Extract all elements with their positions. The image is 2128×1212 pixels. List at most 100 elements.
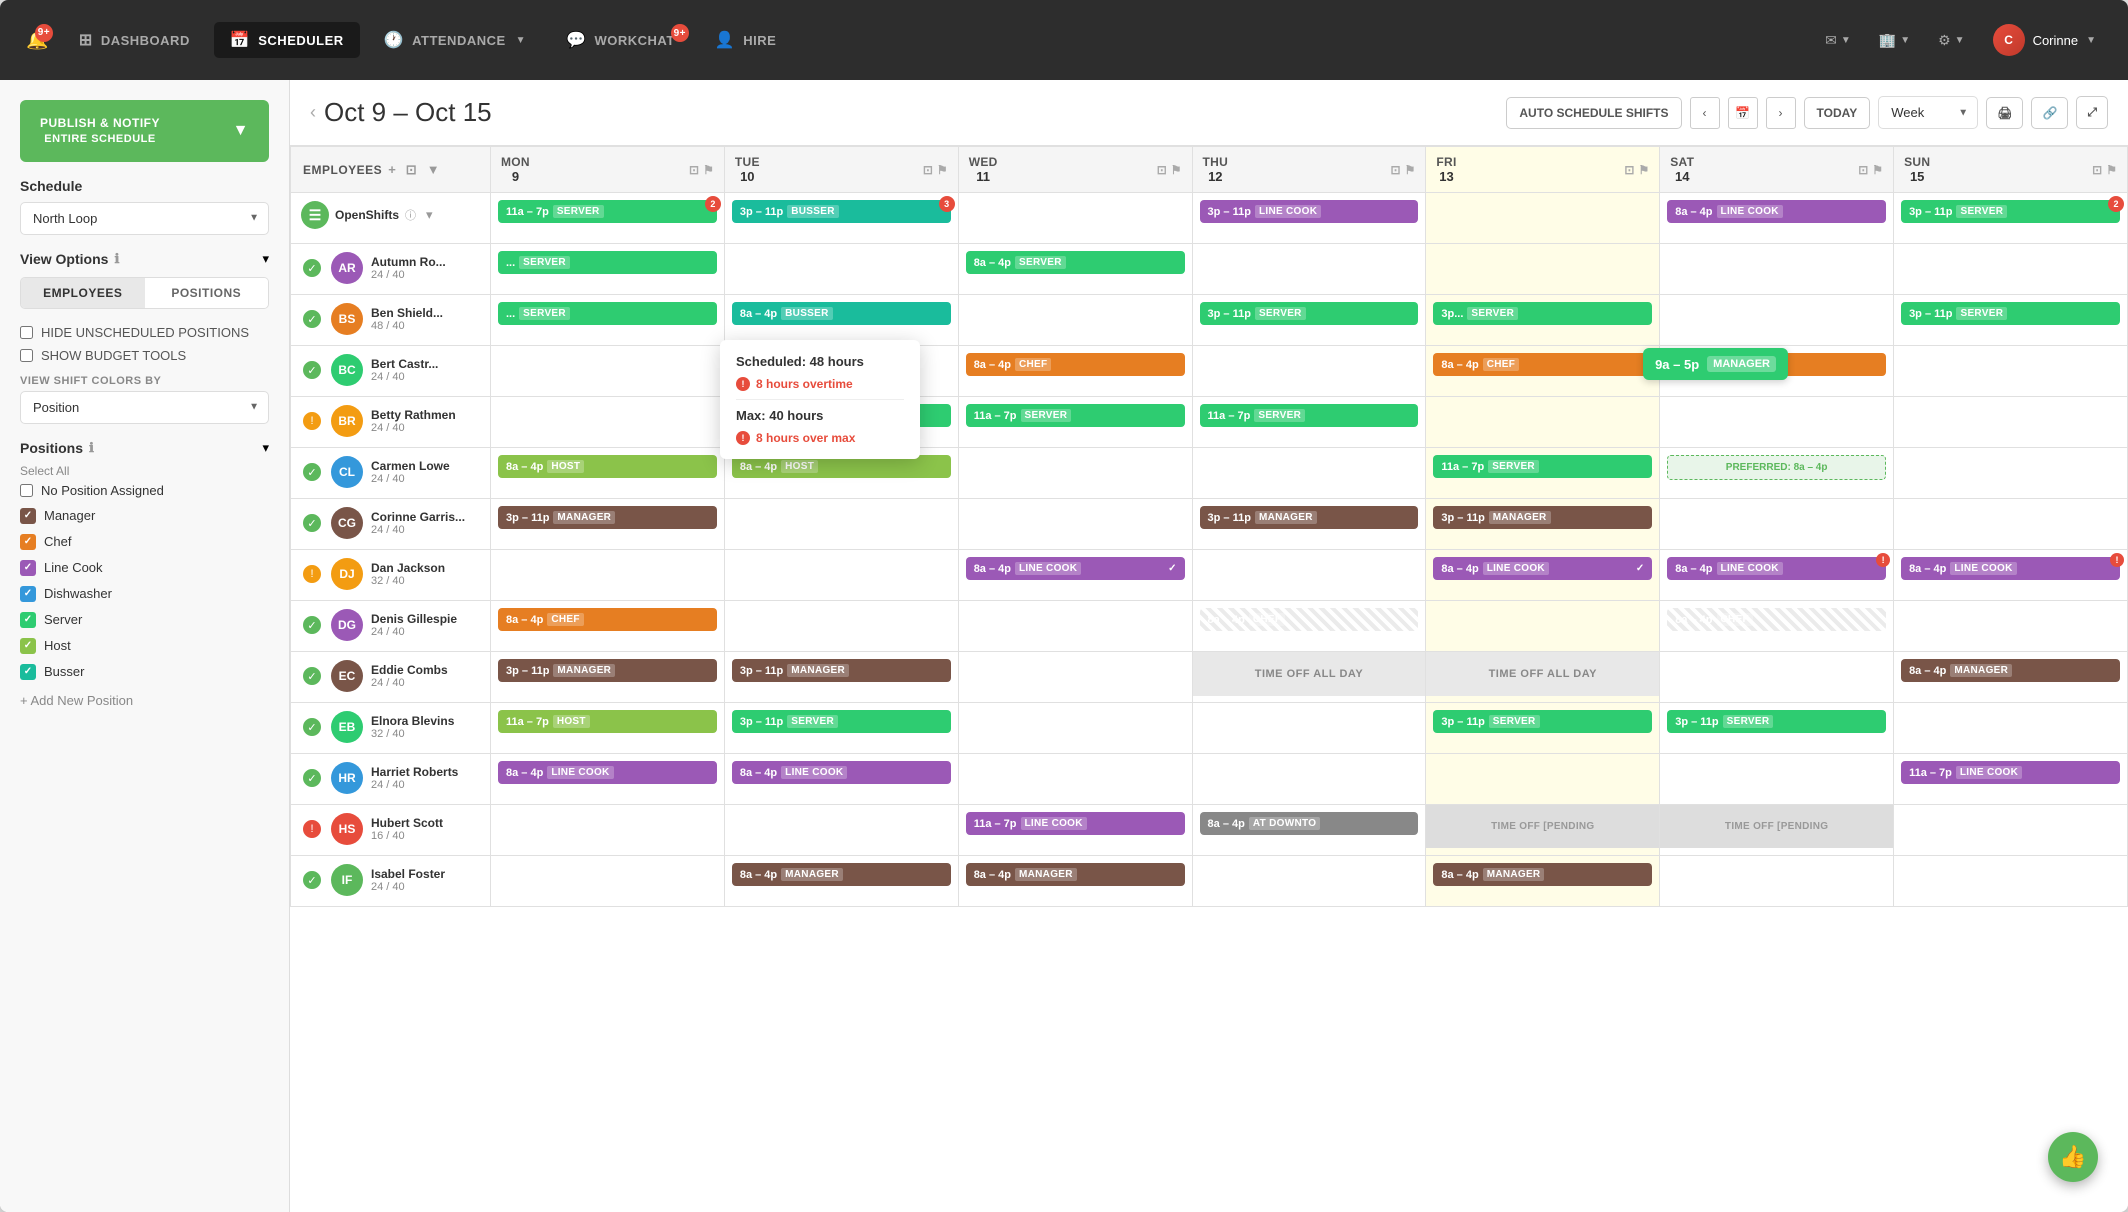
view-options-header[interactable]: View Options ℹ ▾: [20, 251, 269, 267]
toggle-employees-btn[interactable]: EMPLOYEES: [21, 278, 145, 308]
shift-pill[interactable]: 8a – 4p CHEF: [966, 353, 1185, 376]
expand-button[interactable]: ⤢: [2076, 96, 2108, 129]
shift-pill[interactable]: 8a – 4p MANAGER: [1901, 659, 2120, 682]
show-budget-checkbox[interactable]: SHOW BUDGET TOOLS: [20, 344, 269, 367]
shift-pill[interactable]: 8a – 4p MANAGER: [1433, 863, 1652, 886]
shift-pill[interactable]: 11a – 7p LINE COOK: [966, 812, 1185, 835]
shift-pill[interactable]: 8a – 4p LINE COOK !: [1667, 557, 1886, 580]
position-manager[interactable]: ✓ Manager: [20, 503, 269, 529]
calendar-icon-button[interactable]: 📅: [1728, 97, 1758, 129]
mail-button[interactable]: ✉ ▼: [1813, 24, 1863, 57]
shift-pill[interactable]: 8a – 4p LINE COOK ✓: [1433, 557, 1652, 580]
mon-flag-icon[interactable]: ⚑: [703, 163, 714, 177]
shift-pill[interactable]: 3p... SERVER: [1433, 302, 1652, 325]
sat-flag-icon[interactable]: ⚑: [1872, 163, 1883, 177]
select-all-link[interactable]: Select All: [20, 464, 269, 478]
shift-pill[interactable]: 3p – 11p MANAGER: [732, 659, 951, 682]
fri-flag-icon[interactable]: ⚑: [1638, 163, 1649, 177]
preferred-shift[interactable]: PREFERRED: 8a – 4p: [1667, 455, 1886, 480]
shift-pill[interactable]: 3p – 11p SERVER 2: [1901, 200, 2120, 223]
shift-color-select[interactable]: Position: [20, 391, 269, 424]
position-server[interactable]: ✓ Server: [20, 607, 269, 633]
user-menu[interactable]: C Corinne ▼: [1981, 18, 2108, 62]
open-shifts-expand[interactable]: ▾: [426, 207, 433, 223]
shift-pill[interactable]: 11a – 7p SERVER 2: [498, 200, 717, 223]
manager-shift-highlight[interactable]: 9a – 5p MANAGER: [1643, 348, 1788, 380]
wed-copy-icon[interactable]: ⊡: [1157, 163, 1167, 177]
shift-pill[interactable]: 3p – 11p SERVER: [1200, 302, 1419, 325]
nav-scheduler[interactable]: 📅 SCHEDULER: [214, 22, 360, 58]
shift-pill[interactable]: 8a – 4p MANAGER: [732, 863, 951, 886]
shift-pill[interactable]: 3p – 11p LINE COOK: [1200, 200, 1419, 223]
position-dishwasher[interactable]: ✓ Dishwasher: [20, 581, 269, 607]
shift-pill[interactable]: 8a – 4p AT DOWNTO: [1200, 812, 1419, 835]
shift-pill[interactable]: 3p – 11p SERVER: [732, 710, 951, 733]
nav-dashboard[interactable]: ⊞ DASHBOARD: [63, 22, 206, 58]
shift-pill[interactable]: 8a – 4p LINE COOK: [732, 761, 951, 784]
shift-pill[interactable]: ... SERVER: [498, 251, 717, 274]
shift-pill[interactable]: 3p – 11p SERVER: [1901, 302, 2120, 325]
sort-icon[interactable]: ▼: [427, 162, 440, 177]
shift-pill[interactable]: 8a – 4p CHEF: [1200, 608, 1419, 631]
shift-pill[interactable]: 8a – 4p BUSSER: [732, 302, 951, 325]
thu-copy-icon[interactable]: ⊡: [1391, 163, 1401, 177]
shift-pill[interactable]: ... SERVER: [498, 302, 717, 325]
location-select-wrapper[interactable]: North Loop: [20, 202, 269, 235]
shift-pill[interactable]: 3p – 11p MANAGER: [498, 506, 717, 529]
tue-flag-icon[interactable]: ⚑: [937, 163, 948, 177]
settings-button[interactable]: ⚙ ▼: [1926, 24, 1976, 57]
position-line-cook[interactable]: ✓ Line Cook: [20, 555, 269, 581]
add-position-link[interactable]: + Add New Position: [20, 693, 269, 708]
back-arrow[interactable]: ‹: [310, 102, 316, 123]
shift-pill[interactable]: 11a – 7p SERVER: [1433, 455, 1652, 478]
week-view-select[interactable]: Week: [1878, 96, 1978, 129]
thu-flag-icon[interactable]: ⚑: [1405, 163, 1416, 177]
shift-pill[interactable]: 11a – 7p LINE COOK: [1901, 761, 2120, 784]
copy-icon[interactable]: ⊡: [406, 162, 417, 178]
building-button[interactable]: 🏢 ▼: [1867, 24, 1922, 57]
shift-pill[interactable]: 8a – 4p CHEF: [1433, 353, 1652, 376]
shift-pill[interactable]: 11a – 7p HOST: [498, 710, 717, 733]
tue-copy-icon[interactable]: ⊡: [923, 163, 933, 177]
position-no-position[interactable]: No Position Assigned: [20, 478, 269, 503]
nav-attendance[interactable]: 🕐 ATTENDANCE ▼: [368, 22, 542, 58]
print-button[interactable]: 🖨: [1986, 97, 2023, 129]
position-chef[interactable]: ✓ Chef: [20, 529, 269, 555]
position-host[interactable]: ✓ Host: [20, 633, 269, 659]
add-employee-icon[interactable]: +: [388, 162, 396, 177]
shift-pill[interactable]: 8a – 4p HOST: [498, 455, 717, 478]
sun-flag-icon[interactable]: ⚑: [2106, 163, 2117, 177]
fri-copy-icon[interactable]: ⊡: [1624, 163, 1634, 177]
shift-pill[interactable]: 3p – 11p SERVER: [1667, 710, 1886, 733]
publish-notify-button[interactable]: PUBLISH & NOTIFY ENTIRE SCHEDULE ▼: [20, 100, 269, 162]
shift-pill[interactable]: 3p – 11p SERVER: [1433, 710, 1652, 733]
nav-notifications[interactable]: 🔔 9+: [20, 22, 55, 59]
shift-pill[interactable]: 8a – 4p CHEF: [498, 608, 717, 631]
position-busser[interactable]: ✓ Busser: [20, 659, 269, 685]
sat-copy-icon[interactable]: ⊡: [1858, 163, 1868, 177]
prev-week-button[interactable]: ‹: [1690, 97, 1720, 129]
week-view-select-wrapper[interactable]: Week: [1878, 96, 1978, 129]
mon-copy-icon[interactable]: ⊡: [689, 163, 699, 177]
link-button[interactable]: 🔗: [2031, 97, 2068, 129]
today-button[interactable]: TODAY: [1804, 97, 1871, 129]
shift-color-select-wrapper[interactable]: Position: [20, 391, 269, 424]
shift-pill[interactable]: 3p – 11p MANAGER: [1200, 506, 1419, 529]
sun-copy-icon[interactable]: ⊡: [2092, 163, 2102, 177]
next-week-button[interactable]: ›: [1766, 97, 1796, 129]
shift-pill[interactable]: 8a – 4p LINE COOK !: [1901, 557, 2120, 580]
shift-pill[interactable]: 3p – 11p MANAGER: [498, 659, 717, 682]
auto-schedule-button[interactable]: AUTO SCHEDULE SHIFTS: [1506, 97, 1681, 129]
shift-pill[interactable]: 8a – 4p LINE COOK ✓: [966, 557, 1185, 580]
toggle-positions-btn[interactable]: POSITIONS: [145, 278, 269, 308]
nav-hire[interactable]: 👤 HIRE: [699, 22, 792, 58]
shift-pill[interactable]: 8a – 4p LINE COOK: [1667, 200, 1886, 223]
shift-pill[interactable]: 8a – 4p LINE COOK: [498, 761, 717, 784]
fab-button[interactable]: 👍: [2048, 1132, 2098, 1182]
shift-pill[interactable]: 11a – 7p SERVER: [966, 404, 1185, 427]
shift-pill[interactable]: 11a – 7p SERVER: [1200, 404, 1419, 427]
shift-pill[interactable]: 8a – 4p SERVER: [966, 251, 1185, 274]
nav-workchat[interactable]: 💬 WORKCHAT 9+: [550, 22, 691, 58]
hide-unscheduled-checkbox[interactable]: HIDE UNSCHEDULED POSITIONS: [20, 321, 269, 344]
shift-pill[interactable]: 3p – 11p MANAGER: [1433, 506, 1652, 529]
